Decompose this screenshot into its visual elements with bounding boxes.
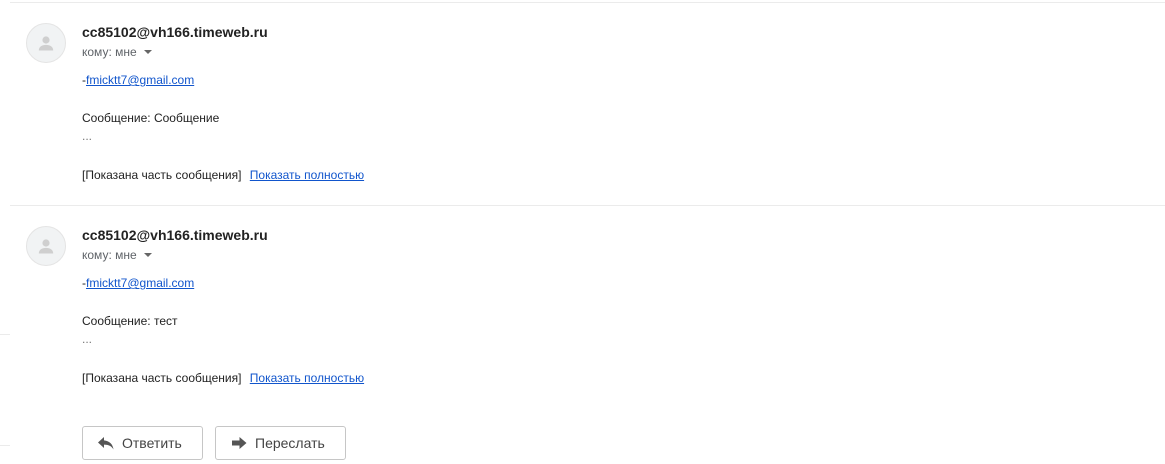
- from-line: -fmicktt7@gmail.com: [82, 276, 194, 290]
- recipient-label: кому: мне: [82, 248, 137, 262]
- avatar[interactable]: [26, 23, 66, 63]
- chevron-down-icon[interactable]: [143, 50, 152, 54]
- email-link[interactable]: fmicktt7@gmail.com: [86, 276, 194, 290]
- forward-arrow-icon: [229, 433, 249, 453]
- clipped-message-notice: [Показана часть сообщения] Показать полн…: [82, 168, 364, 182]
- divider: [10, 205, 1165, 206]
- forward-label: Переслать: [255, 435, 325, 451]
- recipient-line[interactable]: кому: мне: [82, 45, 152, 59]
- trimmed-content-ellipsis[interactable]: ...: [82, 129, 92, 143]
- reply-button[interactable]: Ответить: [82, 426, 203, 460]
- forward-button[interactable]: Переслать: [215, 426, 346, 460]
- divider: [10, 2, 1165, 3]
- divider: [0, 445, 10, 446]
- person-icon: [38, 239, 54, 254]
- person-icon: [38, 36, 54, 51]
- from-line: -fmicktt7@gmail.com: [82, 73, 194, 87]
- chevron-down-icon[interactable]: [143, 253, 152, 257]
- message-body: Сообщение: тест: [82, 314, 178, 328]
- clipped-label: [Показана часть сообщения]: [82, 371, 242, 385]
- clipped-message-notice: [Показана часть сообщения] Показать полн…: [82, 371, 364, 385]
- email-link[interactable]: fmicktt7@gmail.com: [86, 73, 194, 87]
- clipped-label: [Показана часть сообщения]: [82, 168, 242, 182]
- show-full-message-link[interactable]: Показать полностью: [250, 371, 364, 385]
- avatar[interactable]: [26, 226, 66, 266]
- sender-address: cc85102@vh166.timeweb.ru: [82, 24, 268, 40]
- divider: [0, 334, 10, 335]
- reply-label: Ответить: [122, 435, 182, 451]
- email-thread: cc85102@vh166.timeweb.ru кому: мне -fmic…: [0, 0, 1165, 464]
- reply-arrow-icon: [96, 433, 116, 453]
- recipient-line[interactable]: кому: мне: [82, 248, 152, 262]
- recipient-label: кому: мне: [82, 45, 137, 59]
- show-full-message-link[interactable]: Показать полностью: [250, 168, 364, 182]
- sender-address: cc85102@vh166.timeweb.ru: [82, 227, 268, 243]
- message-body: Сообщение: Сообщение: [82, 111, 220, 125]
- trimmed-content-ellipsis[interactable]: ...: [82, 332, 92, 346]
